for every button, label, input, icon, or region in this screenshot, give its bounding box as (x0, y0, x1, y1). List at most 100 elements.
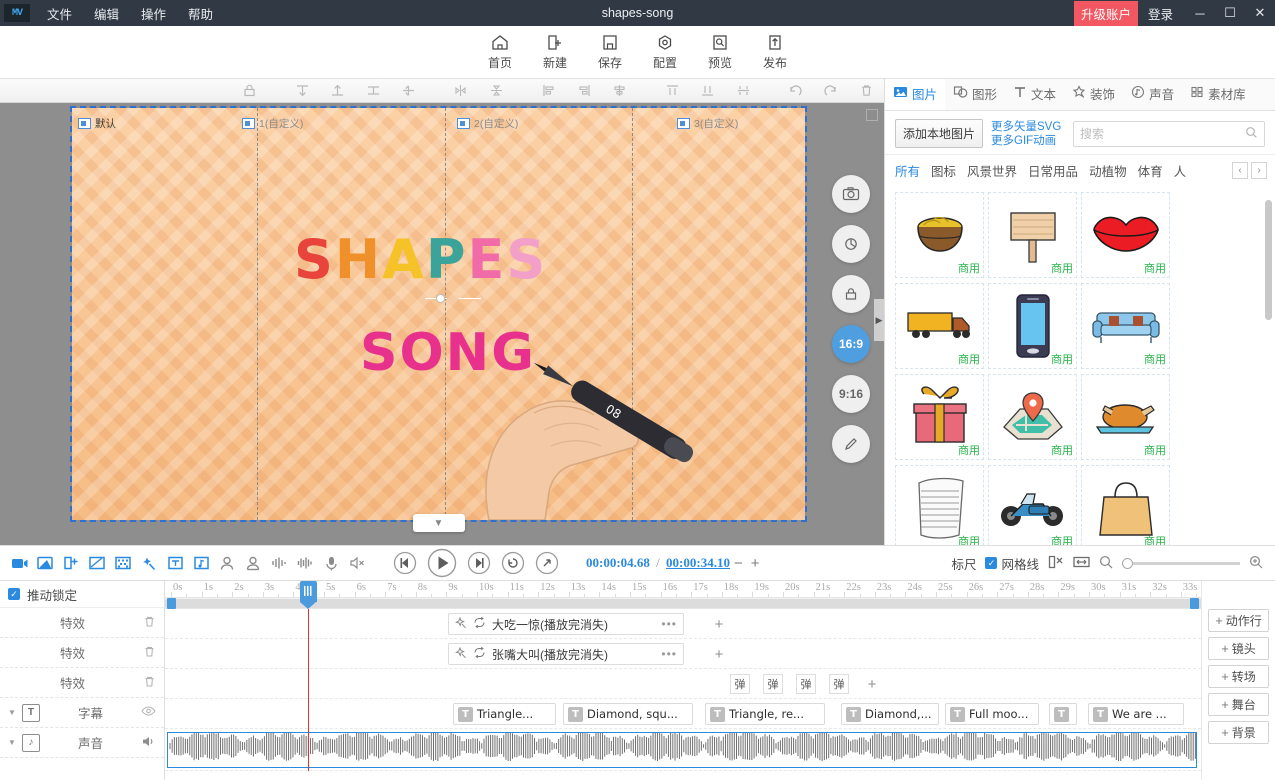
asset-item-gift-box[interactable]: 商用 (895, 374, 984, 460)
region-label-2[interactable]: 2(自定义) (457, 116, 518, 131)
pen-icon[interactable] (832, 425, 870, 463)
equalizer-icon[interactable] (295, 550, 315, 576)
ratio-16-9-button[interactable]: 16:9 (832, 325, 870, 363)
upgrade-account-button[interactable]: 升级账户 (1074, 1, 1138, 26)
align-hcenter-icon[interactable] (602, 80, 638, 102)
delete-icon[interactable] (143, 645, 156, 661)
category-prev-icon[interactable]: ‹ (1232, 162, 1248, 179)
clip-menu-icon[interactable]: ••• (661, 617, 677, 631)
category-people[interactable]: 人 (1174, 161, 1187, 180)
add-clip-icon[interactable] (61, 550, 81, 576)
fit-width-icon[interactable] (1073, 555, 1090, 572)
zoom-out-time-button[interactable]: − (734, 555, 743, 572)
zoom-in-icon[interactable] (1249, 555, 1263, 572)
align-top-icon[interactable] (284, 80, 320, 102)
tab-images[interactable]: 图片 (885, 79, 945, 110)
rotate-icon[interactable] (832, 225, 870, 263)
more-gif-link[interactable]: 更多GIF动画 (991, 134, 1061, 148)
add-effect-button[interactable]: + (709, 614, 729, 634)
zoom-out-icon[interactable] (1099, 555, 1113, 572)
asset-item-smartphone[interactable]: 商用 (988, 283, 1077, 369)
track-header-effect-1[interactable]: 特效 (0, 608, 164, 638)
category-daily[interactable]: 日常用品 (1028, 161, 1078, 180)
close-icon[interactable]: ✕ (1245, 0, 1275, 26)
region-label-3[interactable]: 3(自定义) (677, 116, 738, 131)
toolbar-publish[interactable]: 发布 (748, 33, 803, 71)
track-header-subtitle[interactable]: ▼ T 字幕 (0, 698, 164, 728)
add-background-button[interactable]: + 背景 (1208, 721, 1269, 744)
category-landscape[interactable]: 风景世界 (967, 161, 1017, 180)
scrollbar-right-cap[interactable] (1190, 598, 1199, 609)
toolbar-config[interactable]: 配置 (638, 33, 693, 71)
image-clip-icon[interactable] (35, 550, 55, 576)
clip-menu-icon[interactable]: ••• (661, 647, 677, 661)
add-local-image-button[interactable]: 添加本地图片 (895, 119, 983, 148)
menu-file[interactable]: 文件 (36, 1, 83, 26)
category-next-icon[interactable]: › (1251, 162, 1267, 179)
track-header-effect-3[interactable]: 特效 (0, 668, 164, 698)
toolbar-new[interactable]: 新建 (528, 33, 583, 71)
menu-operate[interactable]: 操作 (130, 1, 177, 26)
align-left-icon[interactable] (531, 80, 567, 102)
delete-icon[interactable] (143, 615, 156, 631)
magic-icon[interactable] (139, 550, 159, 576)
align-bottom-icon[interactable] (320, 80, 356, 102)
tab-library[interactable]: 素材库 (1182, 79, 1254, 110)
region-label-1[interactable]: 1(自定义) (242, 116, 303, 131)
prev-frame-icon[interactable] (392, 550, 418, 576)
asset-item-roast-chicken[interactable]: 商用 (1081, 374, 1170, 460)
stage-title-song[interactable]: SONG (360, 323, 536, 383)
video-icon[interactable] (9, 550, 29, 576)
subtitle-clip[interactable]: T Full moo... (945, 703, 1039, 725)
tab-shapes[interactable]: 图形 (945, 79, 1005, 110)
undo-icon[interactable] (778, 80, 814, 102)
asset-item-yellow-truck[interactable]: 商用 (895, 283, 984, 369)
lock-icon[interactable] (832, 275, 870, 313)
tab-text[interactable]: 文本 (1005, 79, 1064, 110)
subtitle-clip[interactable]: T (1049, 703, 1077, 725)
timeline-hscrollbar[interactable] (165, 598, 1201, 609)
timeline-clip[interactable]: 张嘴大叫(播放完消失) ••• (448, 643, 684, 665)
asset-item-blue-sofa[interactable]: 商用 (1081, 283, 1170, 369)
subtitle-clip[interactable]: T Triangle, re... (705, 703, 825, 725)
category-sports[interactable]: 体育 (1138, 161, 1163, 180)
asset-item-map-pin[interactable]: 商用 (988, 374, 1077, 460)
zoom-slider-knob[interactable] (1122, 558, 1133, 569)
text-icon[interactable] (165, 550, 185, 576)
align-right-icon[interactable] (566, 80, 602, 102)
chevron-down-icon[interactable]: ▼ (8, 708, 16, 717)
timeline-row-effect-3[interactable]: 弹 弹 弹 弹 + (165, 669, 1201, 699)
timeline-clip[interactable]: 大吃一惊(播放完消失) ••• (448, 613, 684, 635)
asset-item-wooden-sign[interactable]: 商用 (988, 192, 1077, 278)
total-time[interactable]: 00:00:34.10 (666, 555, 730, 570)
mute-icon[interactable] (347, 550, 367, 576)
timeline-row-audio[interactable] (165, 729, 1201, 771)
asset-item-red-lips[interactable]: 商用 (1081, 192, 1170, 278)
timeline-fx-clip[interactable]: 弹 (730, 674, 750, 694)
playhead-handle[interactable] (300, 581, 317, 602)
category-plants-animals[interactable]: 动植物 (1089, 161, 1127, 180)
push-lock-row[interactable]: ✓ 推动锁定 (0, 581, 164, 608)
subtitle-clip[interactable]: T Diamond,... (841, 703, 939, 725)
scrollbar-left-cap[interactable] (167, 598, 176, 609)
mic-icon[interactable] (321, 550, 341, 576)
asset-item-motorcycle[interactable]: 商用 (988, 465, 1077, 545)
search-input[interactable] (1080, 127, 1245, 141)
canvas-collapse-handle[interactable]: ▼ (413, 514, 465, 532)
waveform-icon[interactable] (269, 550, 289, 576)
add-effect-button[interactable]: + (709, 644, 729, 664)
tab-sound[interactable]: 声音 (1123, 79, 1182, 110)
scrollbar-thumb[interactable] (165, 599, 1201, 608)
delete-icon[interactable] (143, 675, 156, 691)
login-button[interactable]: 登录 (1148, 4, 1173, 23)
timeline-row-effect-1[interactable]: 大吃一惊(播放完消失) ••• + (165, 609, 1201, 639)
maximize-icon[interactable]: ☐ (1215, 0, 1245, 26)
region-label-default[interactable]: 默认 (78, 116, 116, 131)
search-icon[interactable] (1245, 126, 1258, 142)
redo-icon[interactable] (813, 80, 849, 102)
track-header-effect-2[interactable]: 特效 (0, 638, 164, 668)
more-svg-link[interactable]: 更多矢量SVG (991, 120, 1061, 134)
timeline-row-subtitle[interactable]: T Triangle... T Diamond, squ... T Triang… (165, 699, 1201, 729)
person-icon[interactable] (217, 550, 237, 576)
timeline-fx-clip[interactable]: 弹 (796, 674, 816, 694)
